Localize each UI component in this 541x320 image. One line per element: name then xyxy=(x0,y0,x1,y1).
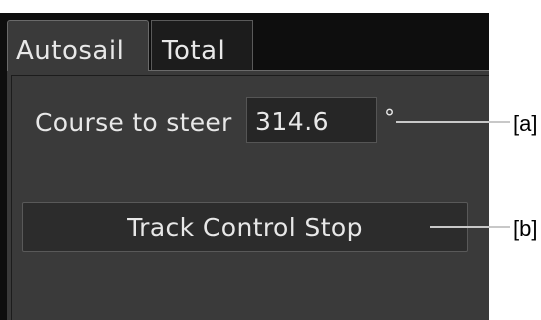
callout-b-label: [b] xyxy=(513,216,538,241)
course-to-steer-value: 314.6 xyxy=(255,107,330,136)
course-to-steer-field[interactable]: 314.6 xyxy=(246,97,377,143)
callout-a-leader-line xyxy=(396,121,510,123)
callout-a-label: [a] xyxy=(513,111,538,136)
track-control-stop-label: Track Control Stop xyxy=(127,213,363,242)
tab-autosail-label: Autosail xyxy=(16,36,125,66)
course-unit-degree: ° xyxy=(384,106,395,131)
callout-b-leader-line xyxy=(430,226,510,228)
tab-total-label: Total xyxy=(162,36,226,66)
track-control-stop-button[interactable]: Track Control Stop xyxy=(22,202,468,252)
tab-total[interactable]: Total xyxy=(151,20,253,71)
course-to-steer-label: Course to steer xyxy=(35,108,232,137)
tab-autosail[interactable]: Autosail xyxy=(7,20,149,71)
